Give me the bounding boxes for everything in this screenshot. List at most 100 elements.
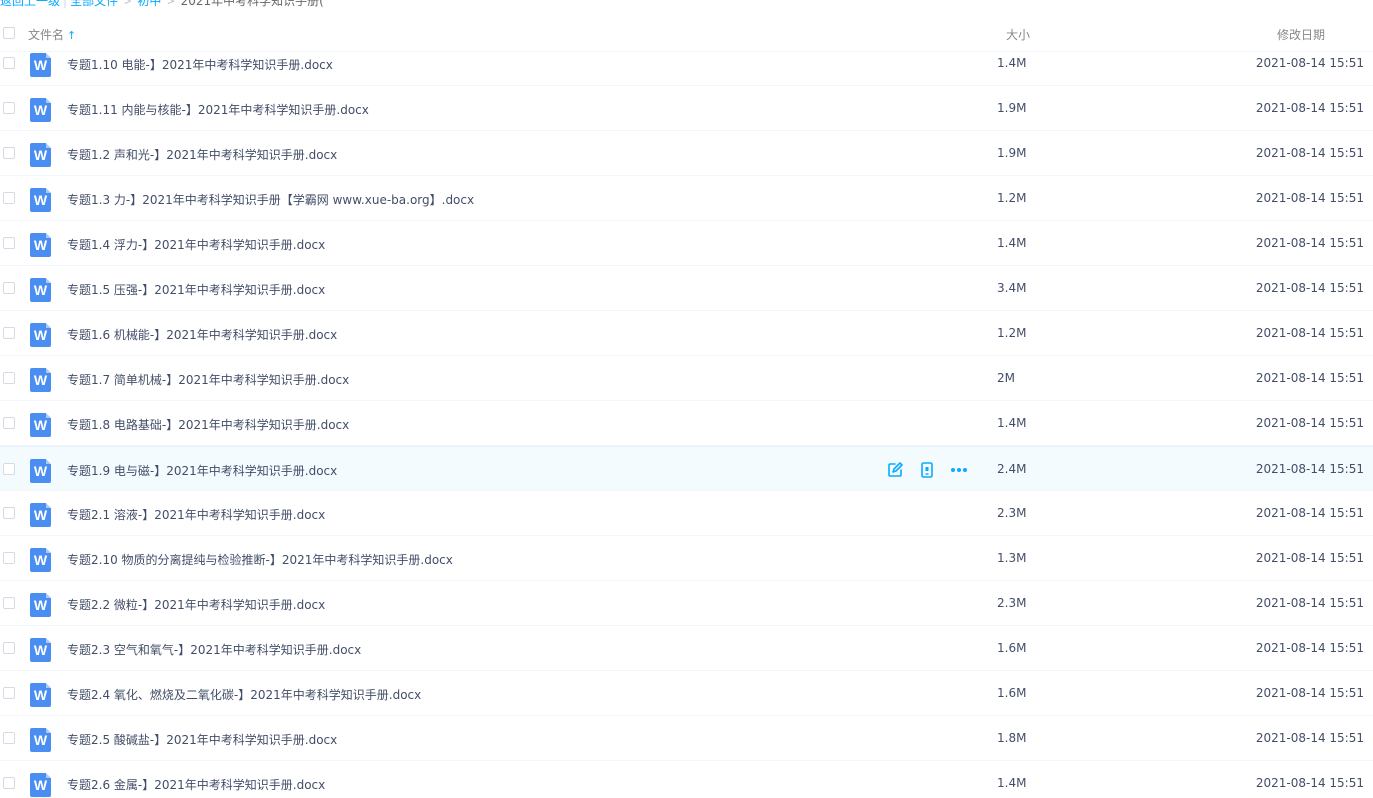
file-size: 1.4M — [997, 776, 1027, 790]
file-checkbox[interactable] — [3, 463, 15, 475]
file-name[interactable]: 专题2.3 空气和氧气-】2021年中考科学知识手册.docx — [67, 641, 361, 658]
file-name[interactable]: 专题1.10 电能-】2021年中考科学知识手册.docx — [67, 56, 333, 73]
file-name[interactable]: 专题2.2 微粒-】2021年中考科学知识手册.docx — [67, 596, 325, 613]
file-row[interactable]: W 专题2.4 氧化、燃烧及二氧化碳-】2021年中考科学知识手册.docx 1… — [0, 671, 1373, 716]
breadcrumb-folder-link[interactable]: 初中 — [137, 0, 161, 8]
file-row[interactable]: W 专题2.6 金属-】2021年中考科学知识手册.docx 1.4M 2021… — [0, 761, 1373, 798]
file-browser: 返回上一级 | 全部文件 > 初中 >2021年中考科学知识手册( 文件名 ↑ 大小 修改日… — [0, 0, 1373, 798]
file-name[interactable]: 专题2.4 氧化、燃烧及二氧化碳-】2021年中考科学知识手册.docx — [67, 686, 421, 703]
file-checkbox[interactable] — [3, 102, 15, 114]
file-size: 2.4M — [997, 462, 1027, 476]
word-doc-icon: W — [30, 773, 51, 797]
more-icon[interactable] — [950, 461, 968, 479]
word-doc-icon-letter: W — [33, 597, 48, 613]
file-size: 1.2M — [997, 191, 1027, 205]
file-name[interactable]: 专题1.9 电与磁-】2021年中考科学知识手册.docx — [67, 462, 337, 479]
word-doc-icon-letter: W — [33, 687, 48, 703]
word-doc-icon: W — [30, 143, 51, 167]
file-row[interactable]: W 专题1.10 电能-】2021年中考科学知识手册.docx 1.4M 202… — [0, 41, 1373, 86]
file-row[interactable]: W 专题1.3 力-】2021年中考科学知识手册【学霸网 www.xue-ba.… — [0, 176, 1373, 221]
file-modified-date: 2021-08-14 15:51 — [1255, 731, 1364, 745]
file-size: 1.4M — [997, 56, 1027, 70]
file-modified-date: 2021-08-14 15:51 — [1255, 416, 1364, 430]
breadcrumb: 返回上一级 | 全部文件 > 初中 >2021年中考科学知识手册( — [0, 0, 324, 8]
word-doc-icon-letter: W — [33, 732, 48, 748]
file-checkbox[interactable] — [3, 147, 15, 159]
select-all-checkbox[interactable] — [3, 27, 15, 39]
file-checkbox[interactable] — [3, 237, 15, 249]
file-modified-date: 2021-08-14 15:51 — [1255, 146, 1364, 160]
phone-icon[interactable] — [918, 461, 936, 479]
file-checkbox[interactable] — [3, 642, 15, 654]
word-doc-icon-letter: W — [33, 282, 48, 298]
file-row[interactable]: W 专题2.2 微粒-】2021年中考科学知识手册.docx 2.3M 2021… — [0, 581, 1373, 626]
file-row[interactable]: W 专题1.6 机械能-】2021年中考科学知识手册.docx 1.2M 202… — [0, 311, 1373, 356]
file-modified-date: 2021-08-14 15:51 — [1255, 101, 1364, 115]
file-modified-date: 2021-08-14 15:51 — [1255, 596, 1364, 610]
file-modified-date: 2021-08-14 15:51 — [1255, 551, 1364, 565]
breadcrumb-all-files-link[interactable]: 全部文件 — [70, 0, 118, 8]
file-checkbox[interactable] — [3, 597, 15, 609]
file-size: 2.3M — [997, 596, 1027, 610]
file-name[interactable]: 专题1.11 内能与核能-】2021年中考科学知识手册.docx — [67, 101, 369, 118]
file-size: 1.3M — [997, 551, 1027, 565]
word-doc-icon-letter: W — [33, 192, 48, 208]
file-row[interactable]: W 专题2.3 空气和氧气-】2021年中考科学知识手册.docx 1.6M 2… — [0, 626, 1373, 671]
edit-icon[interactable] — [886, 461, 904, 479]
file-checkbox[interactable] — [3, 687, 15, 699]
word-doc-icon-letter: W — [33, 552, 48, 568]
column-header-name-label: 文件名 — [28, 28, 65, 42]
file-row[interactable]: W 专题1.2 声和光-】2021年中考科学知识手册.docx 1.9M 202… — [0, 131, 1373, 176]
file-name[interactable]: 专题2.10 物质的分离提纯与检验推断-】2021年中考科学知识手册.docx — [67, 551, 453, 568]
file-name[interactable]: 专题1.6 机械能-】2021年中考科学知识手册.docx — [67, 326, 337, 343]
file-checkbox[interactable] — [3, 777, 15, 789]
file-checkbox[interactable] — [3, 192, 15, 204]
file-name[interactable]: 专题2.5 酸碱盐-】2021年中考科学知识手册.docx — [67, 731, 337, 748]
file-checkbox[interactable] — [3, 552, 15, 564]
file-name[interactable]: 专题2.6 金属-】2021年中考科学知识手册.docx — [67, 776, 325, 793]
file-row[interactable]: W 专题2.5 酸碱盐-】2021年中考科学知识手册.docx 1.8M 202… — [0, 716, 1373, 761]
file-row[interactable]: W 专题1.9 电与磁-】2021年中考科学知识手册.docx 2.4M 202… — [0, 446, 1373, 491]
file-name[interactable]: 专题1.8 电路基础-】2021年中考科学知识手册.docx — [67, 416, 349, 433]
file-modified-date: 2021-08-14 15:51 — [1255, 326, 1364, 340]
file-name[interactable]: 专题1.2 声和光-】2021年中考科学知识手册.docx — [67, 146, 337, 163]
file-size: 1.2M — [997, 326, 1027, 340]
file-checkbox[interactable] — [3, 417, 15, 429]
file-modified-date: 2021-08-14 15:51 — [1255, 776, 1364, 790]
file-row[interactable]: W 专题1.8 电路基础-】2021年中考科学知识手册.docx 1.4M 20… — [0, 401, 1373, 446]
file-size: 1.9M — [997, 146, 1027, 160]
file-checkbox[interactable] — [3, 327, 15, 339]
word-doc-icon: W — [30, 233, 51, 257]
file-size: 1.6M — [997, 641, 1027, 655]
file-size: 1.4M — [997, 236, 1027, 250]
file-name[interactable]: 专题1.5 压强-】2021年中考科学知识手册.docx — [67, 281, 325, 298]
file-row[interactable]: W 专题1.4 浮力-】2021年中考科学知识手册.docx 1.4M 2021… — [0, 221, 1373, 266]
file-size: 2M — [997, 371, 1015, 385]
file-modified-date: 2021-08-14 15:51 — [1255, 236, 1364, 250]
file-modified-date: 2021-08-14 15:51 — [1255, 641, 1364, 655]
file-checkbox[interactable] — [3, 372, 15, 384]
file-checkbox[interactable] — [3, 57, 15, 69]
file-checkbox[interactable] — [3, 732, 15, 744]
word-doc-icon-letter: W — [33, 57, 48, 73]
file-checkbox[interactable] — [3, 282, 15, 294]
word-doc-icon-letter: W — [33, 507, 48, 523]
file-row[interactable]: W 专题1.7 简单机械-】2021年中考科学知识手册.docx 2M 2021… — [0, 356, 1373, 401]
file-row[interactable]: W 专题2.10 物质的分离提纯与检验推断-】2021年中考科学知识手册.doc… — [0, 536, 1373, 581]
breadcrumb-back-link[interactable]: 返回上一级 — [0, 0, 60, 8]
word-doc-icon: W — [30, 683, 51, 707]
file-row[interactable]: W 专题1.11 内能与核能-】2021年中考科学知识手册.docx 1.9M … — [0, 86, 1373, 131]
file-checkbox[interactable] — [3, 507, 15, 519]
breadcrumb-divider: | — [63, 0, 68, 8]
file-name[interactable]: 专题1.7 简单机械-】2021年中考科学知识手册.docx — [67, 371, 349, 388]
word-doc-icon: W — [30, 188, 51, 212]
file-name[interactable]: 专题2.1 溶液-】2021年中考科学知识手册.docx — [67, 506, 325, 523]
file-name[interactable]: 专题1.4 浮力-】2021年中考科学知识手册.docx — [67, 236, 325, 253]
file-row[interactable]: W 专题1.5 压强-】2021年中考科学知识手册.docx 3.4M 2021… — [0, 266, 1373, 311]
word-doc-icon: W — [30, 98, 51, 122]
file-name[interactable]: 专题1.3 力-】2021年中考科学知识手册【学霸网 www.xue-ba.or… — [67, 191, 474, 208]
word-doc-icon-letter: W — [33, 777, 48, 793]
word-doc-icon: W — [30, 728, 51, 752]
word-doc-icon: W — [30, 53, 51, 77]
file-row[interactable]: W 专题2.1 溶液-】2021年中考科学知识手册.docx 2.3M 2021… — [0, 491, 1373, 536]
